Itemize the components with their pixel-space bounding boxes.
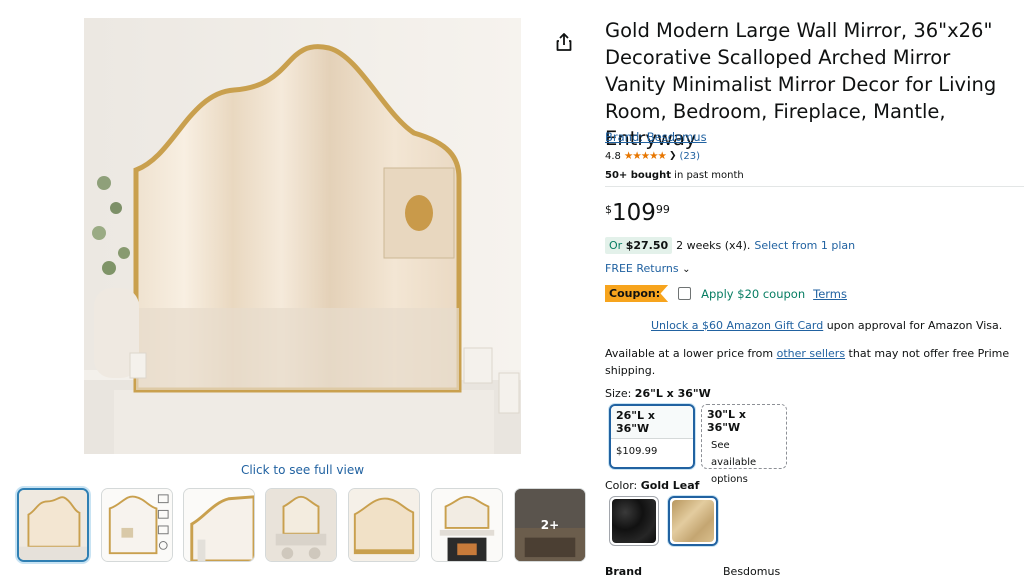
swatch-fill — [672, 500, 714, 542]
size-selected: 26"L x 36"W — [634, 387, 711, 400]
installment-pill: Or $27.50 — [605, 237, 673, 254]
rating-value: 4.8 — [605, 150, 621, 162]
size-option-name: 30"L x 36"W — [702, 405, 786, 437]
thumbnail-image — [432, 489, 502, 561]
star-rating-icon: ★★★★★ — [623, 150, 667, 162]
gift-card-offer: Unlock a $60 Amazon Gift Card upon appro… — [651, 319, 1002, 332]
thumbnail-strip: 2+ — [17, 488, 589, 564]
rating-row[interactable]: 4.8 ★★★★★ ❯ (23) — [605, 150, 700, 162]
full-view-link[interactable]: Click to see full view — [84, 463, 521, 477]
price-symbol: $ — [605, 203, 612, 216]
thumbnail-image — [184, 489, 254, 561]
select-plan-link[interactable]: Select from 1 plan — [754, 239, 855, 252]
size-option-price: $109.99 — [616, 446, 658, 457]
installment-prefix: Or — [609, 239, 626, 252]
color-swatch-black[interactable] — [609, 496, 659, 546]
other-sellers-link[interactable]: other sellers — [777, 347, 845, 360]
price: $ 109 99 — [605, 199, 670, 227]
thumbnail-4[interactable] — [265, 488, 337, 562]
thumbnail-image — [102, 489, 172, 561]
lower-price-before: Available at a lower price from — [605, 347, 777, 360]
spec-brand-value: Besdomus — [723, 565, 781, 578]
more-images-badge: 2+ — [540, 518, 560, 532]
size-label-prefix: Size: — [605, 387, 635, 400]
gift-card-rest: upon approval for Amazon Visa. — [823, 319, 1003, 332]
mirror-photo — [84, 18, 521, 454]
thumbnail-5[interactable] — [348, 488, 420, 562]
free-returns-link[interactable]: FREE Returns ⌄ — [605, 262, 691, 275]
size-label: Size: 26"L x 36"W — [605, 387, 711, 400]
bought-rest: in past month — [670, 170, 744, 181]
size-option-26x36[interactable]: 26"L x 36"W $109.99 — [609, 404, 695, 469]
chevron-down-icon[interactable]: ❯ — [669, 151, 677, 161]
coupon-badge: Coupon: — [605, 285, 669, 302]
thumbnail-3[interactable] — [183, 488, 255, 562]
thumbnail-6[interactable] — [431, 488, 503, 562]
coupon-text[interactable]: Apply $20 coupon — [701, 287, 805, 301]
swatch-fill — [612, 499, 656, 543]
thumbnail-image — [266, 489, 336, 561]
size-option-availability: See available options — [711, 440, 757, 485]
color-label-prefix: Color: — [605, 479, 641, 492]
share-icon[interactable] — [553, 31, 575, 53]
installment-amount: $27.50 — [625, 239, 669, 252]
color-selected: Gold Leaf — [640, 479, 700, 492]
size-option-name: 26"L x 36"W — [611, 406, 693, 439]
spec-brand-label: Brand — [605, 565, 642, 578]
color-label: Color: Gold Leaf — [605, 479, 699, 492]
thumbnail-1[interactable] — [17, 488, 89, 562]
color-swatch-gold-leaf[interactable] — [668, 496, 718, 546]
coupon-terms-link[interactable]: Terms — [813, 287, 847, 301]
thumbnail-more[interactable]: 2+ — [514, 488, 586, 562]
thumbnail-image — [19, 490, 87, 560]
rating-count-link[interactable]: (23) — [680, 151, 701, 162]
divider — [605, 186, 1024, 187]
bought-count: 50+ bought in past month — [605, 170, 744, 181]
free-returns-label: FREE Returns — [605, 262, 679, 275]
lower-price-notice: Available at a lower price from other se… — [605, 345, 1020, 379]
bought-bold: 50+ bought — [605, 170, 671, 181]
size-option-30x36[interactable]: 30"L x 36"W See available options — [701, 404, 787, 485]
price-fraction: 99 — [655, 203, 670, 216]
chevron-down-icon: ⌄ — [682, 264, 691, 275]
thumbnail-image — [349, 489, 419, 561]
brand-link[interactable]: Brand: Besdomus — [605, 130, 707, 144]
coupon-row: Coupon: Apply $20 coupon Terms — [605, 285, 847, 302]
coupon-checkbox[interactable] — [678, 287, 692, 300]
installment-detail: 2 weeks (x4). — [676, 239, 751, 252]
installment-row: Or $27.50 2 weeks (x4). Select from 1 pl… — [605, 237, 855, 254]
main-product-image[interactable] — [84, 18, 521, 454]
thumbnail-2[interactable] — [101, 488, 173, 562]
gift-card-link[interactable]: Unlock a $60 Amazon Gift Card — [651, 319, 823, 332]
price-whole: 109 — [612, 200, 656, 226]
